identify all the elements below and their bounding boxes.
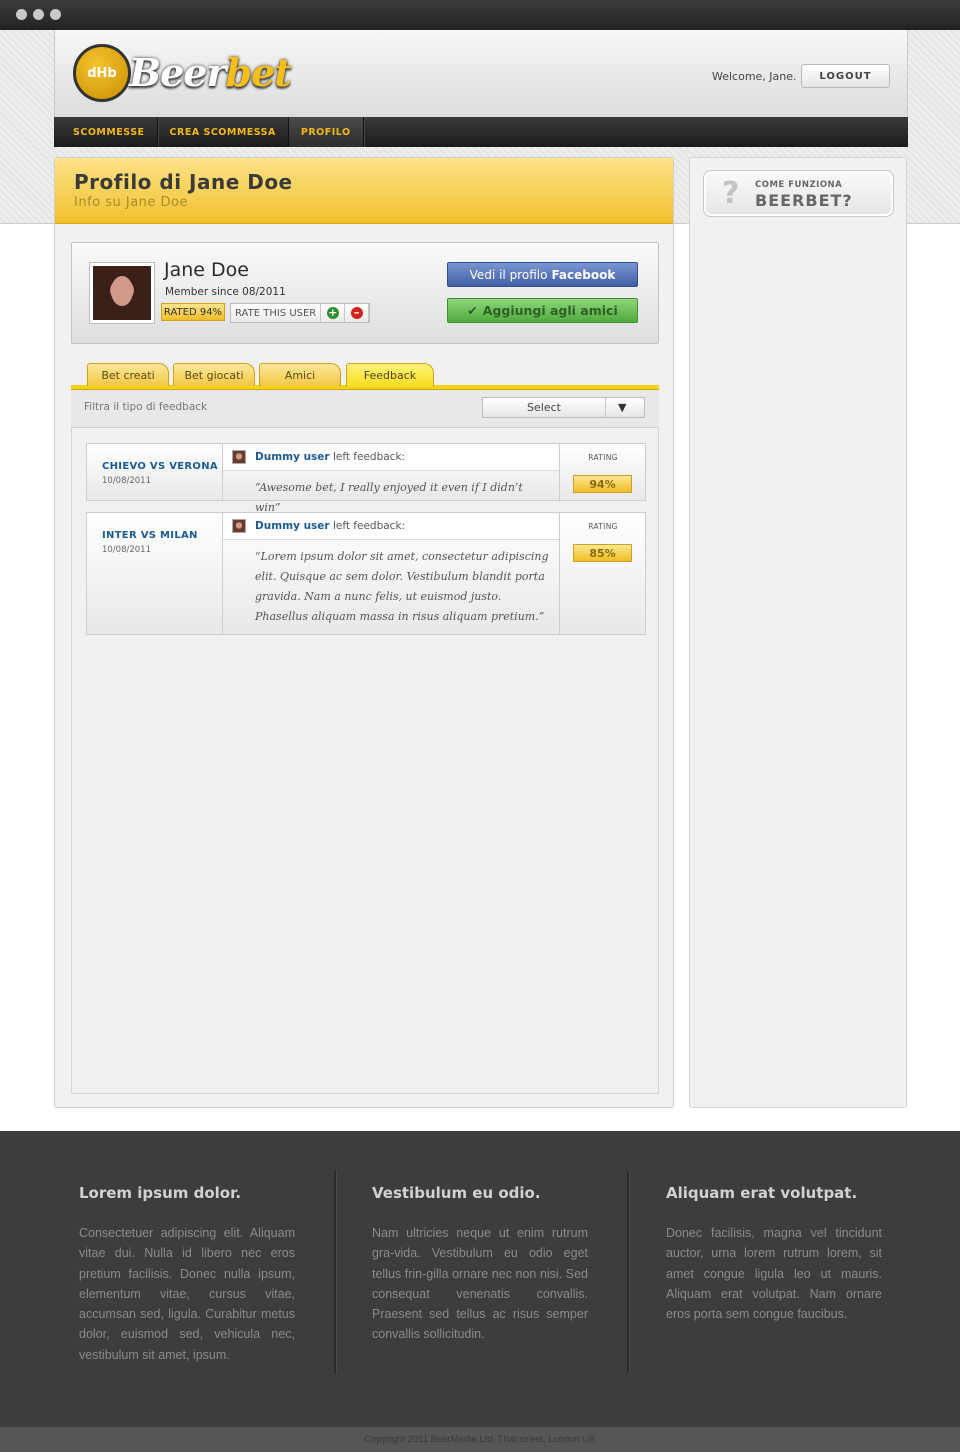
nav-item-profilo[interactable]: PROFILO — [288, 117, 364, 147]
add-friend-button[interactable]: ✔ Aggiungi agli amici — [447, 298, 638, 323]
footer-divider — [627, 1171, 629, 1373]
avatar-face — [111, 276, 133, 306]
facebook-button-label: Vedi il profilo — [469, 267, 548, 282]
footer-divider — [334, 1171, 336, 1373]
add-friend-label: Aggiungi agli amici — [482, 303, 618, 318]
member-since: Member since 08/2011 — [165, 286, 286, 298]
footer-text: Consectetuer adipiscing elit. Aliquam vi… — [79, 1226, 295, 1362]
tab-feedback[interactable]: Feedback — [346, 363, 434, 387]
feedback-rating-cell: RATING 94% — [560, 444, 646, 500]
window-minimize-button[interactable] — [33, 9, 44, 20]
logo-badge-icon: dHb — [73, 44, 131, 102]
feedback-author: Dummy user left feedback: — [255, 451, 405, 463]
author-avatar — [232, 519, 246, 533]
select-value: Select — [483, 398, 606, 417]
rating-value: 85% — [573, 544, 632, 562]
feedback-match-cell: CHIEVO VS VERONA 10/08/2011 — [87, 444, 223, 500]
page-title-bar: Profilo di Jane Doe Info su Jane Doe — [55, 158, 673, 224]
feedback-quote: “Lorem ipsum dolor sit amet, consectetur… — [255, 550, 549, 623]
author-link[interactable]: Dummy user — [255, 451, 330, 463]
rate-user-label: RATE THIS USER — [231, 304, 322, 322]
logout-button[interactable]: LOGOUT — [801, 64, 890, 88]
tab-bet-giocati[interactable]: Bet giocati — [173, 363, 255, 386]
welcome-message: Welcome, Jane. — [712, 70, 797, 83]
filter-label: Filtra il tipo di feedback — [84, 401, 208, 413]
rate-user-control: RATE THIS USER + – — [230, 303, 370, 323]
nav-item-scommesse[interactable]: SCOMMESSE — [54, 117, 158, 147]
how-it-works-big: BEERBET? — [755, 191, 853, 210]
chevron-down-icon: ▼ — [618, 401, 627, 414]
feedback-body: Dummy user left feedback: “Awesome bet, … — [223, 444, 560, 514]
footer-title: Aliquam erat volutpat. — [666, 1184, 858, 1202]
feedback-action: left feedback: — [332, 451, 406, 463]
minus-icon: – — [350, 307, 363, 319]
feedback-filter-bar: Filtra il tipo di feedback Select ▼ — [71, 390, 659, 428]
feedback-action: left feedback: — [332, 520, 406, 532]
feedback-type-select[interactable]: Select ▼ — [482, 397, 645, 418]
rating-value: 94% — [573, 475, 632, 493]
window-titlebar — [0, 0, 960, 30]
match-date: 10/08/2011 — [102, 545, 151, 555]
how-it-works-button[interactable]: ? COME FUNZIONA BEERBET? — [703, 170, 894, 217]
rating-label: RATING — [588, 522, 618, 531]
how-it-works-small: COME FUNZIONA — [755, 180, 843, 190]
checkmark-icon: ✔ — [467, 303, 478, 318]
copyright: Copyright 2011 BeerMedia Ltd, That stree… — [0, 1427, 960, 1452]
site-footer: Lorem ipsum dolor. Consectetuer adipisci… — [0, 1131, 960, 1427]
profile-tabs: Bet creati Bet giocati Amici Feedback — [71, 363, 659, 390]
profile-card: Jane Doe Member since 08/2011 RATED 94% … — [71, 242, 659, 344]
window-close-button[interactable] — [16, 9, 27, 20]
feedback-match-cell: INTER VS MILAN 10/08/2011 — [87, 513, 223, 634]
nav-item-crea-scommessa[interactable]: CREA SCOMMESSA — [158, 117, 289, 147]
logo-wordmark-bet: bet — [225, 50, 292, 95]
page-title: Profilo di Jane Doe — [74, 170, 293, 194]
facebook-profile-button[interactable]: Vedi il profilo Facebook — [447, 262, 638, 287]
feedback-body: Dummy user left feedback: “Lorem ipsum d… — [223, 513, 560, 634]
match-date: 10/08/2011 — [102, 476, 151, 486]
main-nav: SCOMMESSE CREA SCOMMESSA PROFILO — [54, 117, 908, 147]
user-name: Jane Doe — [164, 259, 249, 281]
footer-text: Donec facilisis, magna vel tincidunt auc… — [666, 1226, 882, 1322]
sidebar: ? COME FUNZIONA BEERBET? — [689, 157, 907, 1108]
tab-bet-creati[interactable]: Bet creati — [87, 363, 169, 386]
rate-up-button[interactable]: + — [321, 304, 346, 322]
footer-title: Vestibulum eu odio. — [372, 1184, 541, 1202]
site-header: dHb Beerbet Welcome, Jane. LOGOUT — [54, 30, 908, 117]
feedback-rating-cell: RATING 85% — [560, 513, 646, 634]
feedback-row: INTER VS MILAN 10/08/2011 Dummy user lef… — [86, 512, 646, 635]
window-maximize-button[interactable] — [50, 9, 61, 20]
logo-wordmark-beer: Beer — [129, 50, 226, 95]
feedback-header: Dummy user left feedback: — [223, 444, 559, 471]
feedback-author: Dummy user left feedback: — [255, 520, 405, 532]
rated-badge: RATED 94% — [161, 303, 225, 321]
author-avatar — [232, 450, 246, 464]
plus-icon: + — [326, 306, 339, 319]
match-link[interactable]: INTER VS MILAN — [102, 530, 198, 541]
feedback-header: Dummy user left feedback: — [223, 513, 559, 540]
rating-label: RATING — [588, 453, 618, 462]
match-link[interactable]: CHIEVO VS VERONA — [102, 461, 218, 472]
facebook-brand: Facebook — [551, 267, 616, 282]
rate-down-button[interactable]: – — [345, 304, 369, 322]
author-link[interactable]: Dummy user — [255, 520, 330, 532]
logo-badge-text: dHb — [87, 65, 117, 81]
feedback-row: CHIEVO VS VERONA 10/08/2011 Dummy user l… — [86, 443, 646, 514]
footer-title: Lorem ipsum dolor. — [79, 1184, 242, 1202]
logo-wordmark: Beerbet — [129, 50, 292, 95]
page-subtitle: Info su Jane Doe — [74, 195, 189, 210]
tab-amici[interactable]: Amici — [259, 363, 341, 386]
avatar — [90, 263, 154, 323]
footer-text: Nam ultricies neque ut enim rutrum gra-v… — [372, 1226, 588, 1342]
feedback-list: CHIEVO VS VERONA 10/08/2011 Dummy user l… — [71, 428, 659, 1094]
main-panel: Profilo di Jane Doe Info su Jane Doe Jan… — [54, 157, 674, 1108]
question-icon: ? — [722, 176, 740, 211]
